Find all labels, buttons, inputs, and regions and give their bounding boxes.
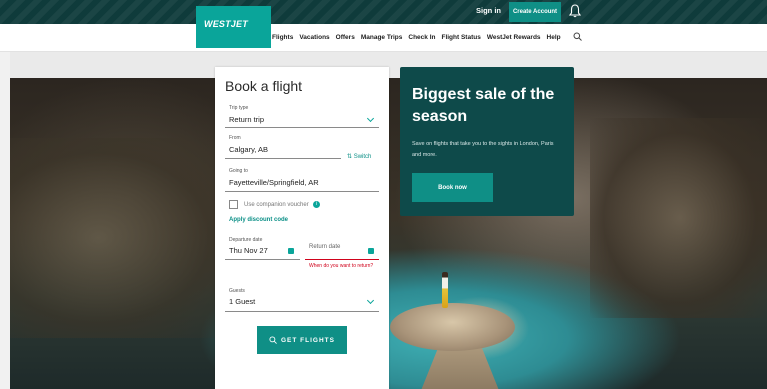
return-underline: [305, 259, 379, 260]
cave-rock-left: [10, 138, 230, 338]
departure-date-field[interactable]: Thu Nov 27: [229, 246, 268, 255]
nav-item-vacations[interactable]: Vacations: [299, 34, 329, 41]
going-to-label: Going to: [229, 168, 248, 174]
main-nav: Flights Vacations Offers Manage Trips Ch…: [0, 24, 767, 52]
trip-type-select[interactable]: Return trip: [229, 115, 264, 124]
nav-item-check-in[interactable]: Check In: [408, 34, 435, 41]
from-field[interactable]: Calgary, AB: [229, 145, 268, 154]
nav-item-manage-trips[interactable]: Manage Trips: [361, 34, 403, 41]
guests-select[interactable]: 1 Guest: [229, 297, 255, 306]
return-date-field[interactable]: Return date: [309, 244, 340, 250]
from-label: From: [229, 135, 241, 141]
companion-voucher-label: Use companion voucher: [244, 202, 309, 208]
switch-arrows-icon: ⇅: [347, 154, 354, 160]
switch-button[interactable]: ⇅ Switch: [347, 153, 371, 160]
promo-body: Save on flights that take you to the sig…: [412, 141, 554, 158]
going-to-underline: [225, 191, 379, 192]
cave-rock-right: [590, 118, 767, 318]
departure-underline: [225, 259, 300, 260]
guests-chevron-down-icon[interactable]: [366, 296, 375, 305]
create-account-button[interactable]: Create Account: [509, 2, 561, 22]
booking-form: Book a flight Trip type Return trip From…: [215, 67, 389, 389]
promo-title: Biggest sale of the season: [412, 86, 555, 125]
get-flights-button[interactable]: GET FLIGHTS: [257, 326, 347, 354]
stone-platform: [390, 303, 515, 351]
departure-calendar-icon[interactable]: [288, 248, 294, 254]
nav-item-help[interactable]: Help: [547, 34, 561, 41]
switch-label: Switch: [353, 154, 372, 160]
promo-card: Biggest sale of the season Save on fligh…: [400, 67, 574, 216]
trip-type-chevron-down-icon[interactable]: [366, 114, 375, 123]
return-date-error: When do you want to return?: [309, 263, 374, 269]
nav-item-flights[interactable]: Flights: [272, 34, 293, 41]
nav-item-flight-status[interactable]: Flight Status: [441, 34, 480, 41]
person-figure: [442, 272, 448, 308]
sign-in-link[interactable]: Sign in: [476, 6, 501, 15]
companion-voucher-checkbox[interactable]: [229, 200, 238, 209]
departure-date-label: Departure date: [229, 237, 263, 243]
going-to-field[interactable]: Fayetteville/Springfield, AR: [229, 178, 319, 187]
trip-type-underline: [225, 127, 379, 128]
nav-items: Flights Vacations Offers Manage Trips Ch…: [272, 34, 561, 41]
guests-label: Guests: [229, 288, 245, 294]
nav-item-offers[interactable]: Offers: [336, 34, 355, 41]
page: Sign in Create Account WESTJET Flights V…: [0, 0, 767, 389]
info-icon[interactable]: i: [313, 201, 320, 208]
booking-title: Book a flight: [225, 78, 303, 94]
return-calendar-icon[interactable]: [368, 248, 374, 254]
westjet-logo[interactable]: WESTJET: [196, 6, 271, 48]
get-flights-label: GET FLIGHTS: [281, 336, 335, 344]
guests-underline: [225, 311, 379, 312]
search-icon: [269, 336, 277, 344]
apply-discount-link[interactable]: Apply discount code: [229, 217, 288, 223]
top-utility-bar: [0, 0, 767, 24]
notification-bell-icon[interactable]: [568, 3, 582, 19]
book-now-button[interactable]: Book now: [412, 173, 493, 202]
from-underline: [225, 158, 341, 159]
logo-text: WESTJET: [204, 19, 248, 29]
trip-type-label: Trip type: [229, 105, 249, 111]
search-icon[interactable]: [573, 32, 582, 41]
nav-item-westjet-rewards[interactable]: WestJet Rewards: [487, 34, 541, 41]
